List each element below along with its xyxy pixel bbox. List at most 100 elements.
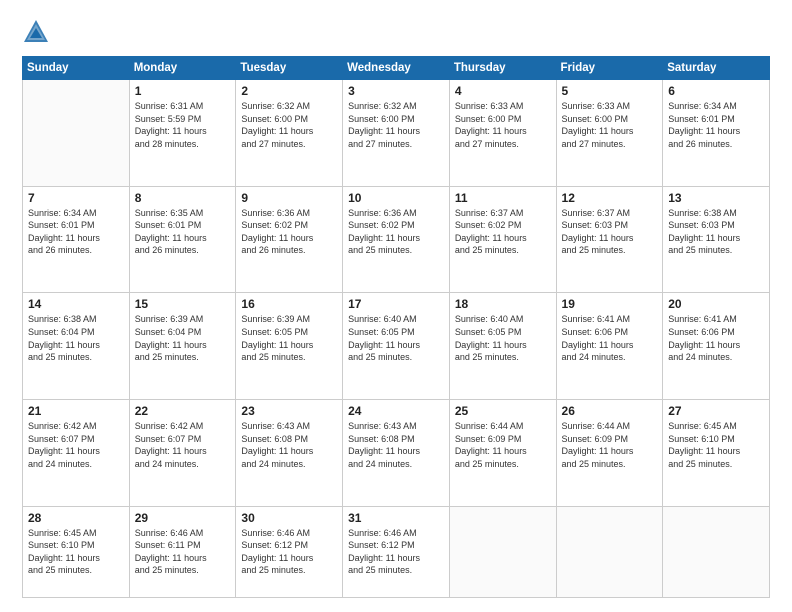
calendar-cell: 9 Sunrise: 6:36 AM Sunset: 6:02 PM Daylig… xyxy=(236,186,343,293)
calendar-cell xyxy=(23,80,130,187)
calendar-table: SundayMondayTuesdayWednesdayThursdayFrid… xyxy=(22,56,770,598)
calendar-cell xyxy=(556,506,663,597)
cell-info: Sunrise: 6:39 AM Sunset: 6:05 PM Dayligh… xyxy=(241,313,337,363)
day-number: 21 xyxy=(28,404,124,418)
day-number: 3 xyxy=(348,84,444,98)
calendar-cell: 17 Sunrise: 6:40 AM Sunset: 6:05 PM Dayli… xyxy=(343,293,450,400)
cell-info: Sunrise: 6:42 AM Sunset: 6:07 PM Dayligh… xyxy=(135,420,231,470)
calendar-cell: 12Sunrise: 6:37 AM Sunset: 6:03 PM Dayli… xyxy=(556,186,663,293)
calendar-cell: 27Sunrise: 6:45 AM Sunset: 6:10 PM Dayli… xyxy=(663,399,770,506)
cell-info: Sunrise: 6:37 AM Sunset: 6:03 PM Dayligh… xyxy=(562,207,658,257)
cell-info: Sunrise: 6:33 AM Sunset: 6:00 PM Dayligh… xyxy=(562,100,658,150)
cell-info: Sunrise: 6:46 AM Sunset: 6:12 PM Dayligh… xyxy=(348,527,444,577)
cell-info: Sunrise: 6:36 AM Sunset: 6:02 PM Dayligh… xyxy=(241,207,337,257)
calendar-cell: 24 Sunrise: 6:43 AM Sunset: 6:08 PM Dayli… xyxy=(343,399,450,506)
day-number: 2 xyxy=(241,84,337,98)
day-number: 29 xyxy=(135,511,231,525)
day-number: 4 xyxy=(455,84,551,98)
day-number: 9 xyxy=(241,191,337,205)
day-number: 22 xyxy=(135,404,231,418)
cell-info: Sunrise: 6:46 AM Sunset: 6:11 PM Dayligh… xyxy=(135,527,231,577)
cell-info: Sunrise: 6:43 AM Sunset: 6:08 PM Dayligh… xyxy=(348,420,444,470)
cell-info: Sunrise: 6:32 AM Sunset: 6:00 PM Dayligh… xyxy=(348,100,444,150)
cell-info: Sunrise: 6:45 AM Sunset: 6:10 PM Dayligh… xyxy=(668,420,764,470)
cell-info: Sunrise: 6:41 AM Sunset: 6:06 PM Dayligh… xyxy=(562,313,658,363)
calendar-cell: 31 Sunrise: 6:46 AM Sunset: 6:12 PM Dayli… xyxy=(343,506,450,597)
calendar-cell: 11Sunrise: 6:37 AM Sunset: 6:02 PM Dayli… xyxy=(449,186,556,293)
logo-icon xyxy=(22,18,50,46)
cell-info: Sunrise: 6:42 AM Sunset: 6:07 PM Dayligh… xyxy=(28,420,124,470)
day-number: 5 xyxy=(562,84,658,98)
day-number: 8 xyxy=(135,191,231,205)
cell-info: Sunrise: 6:40 AM Sunset: 6:05 PM Dayligh… xyxy=(455,313,551,363)
calendar-cell: 23 Sunrise: 6:43 AM Sunset: 6:08 PM Dayli… xyxy=(236,399,343,506)
calendar-cell: 25Sunrise: 6:44 AM Sunset: 6:09 PM Dayli… xyxy=(449,399,556,506)
calendar-weekday: Wednesday xyxy=(343,57,450,80)
calendar-cell: 6 Sunrise: 6:34 AM Sunset: 6:01 PM Daylig… xyxy=(663,80,770,187)
cell-info: Sunrise: 6:44 AM Sunset: 6:09 PM Dayligh… xyxy=(455,420,551,470)
calendar-week-row: 14 Sunrise: 6:38 AM Sunset: 6:04 PM Dayli… xyxy=(23,293,770,400)
calendar-cell: 14 Sunrise: 6:38 AM Sunset: 6:04 PM Dayli… xyxy=(23,293,130,400)
calendar-cell: 1 Sunrise: 6:31 AM Sunset: 5:59 PM Daylig… xyxy=(129,80,236,187)
calendar-cell: 30 Sunrise: 6:46 AM Sunset: 6:12 PM Dayli… xyxy=(236,506,343,597)
calendar-cell xyxy=(449,506,556,597)
day-number: 16 xyxy=(241,297,337,311)
calendar-cell: 20 Sunrise: 6:41 AM Sunset: 6:06 PM Dayli… xyxy=(663,293,770,400)
calendar-weekday: Sunday xyxy=(23,57,130,80)
day-number: 1 xyxy=(135,84,231,98)
cell-info: Sunrise: 6:44 AM Sunset: 6:09 PM Dayligh… xyxy=(562,420,658,470)
cell-info: Sunrise: 6:43 AM Sunset: 6:08 PM Dayligh… xyxy=(241,420,337,470)
day-number: 26 xyxy=(562,404,658,418)
cell-info: Sunrise: 6:36 AM Sunset: 6:02 PM Dayligh… xyxy=(348,207,444,257)
cell-info: Sunrise: 6:31 AM Sunset: 5:59 PM Dayligh… xyxy=(135,100,231,150)
calendar-cell: 4 Sunrise: 6:33 AM Sunset: 6:00 PM Daylig… xyxy=(449,80,556,187)
calendar-weekday: Friday xyxy=(556,57,663,80)
day-number: 20 xyxy=(668,297,764,311)
cell-info: Sunrise: 6:32 AM Sunset: 6:00 PM Dayligh… xyxy=(241,100,337,150)
calendar-cell: 2 Sunrise: 6:32 AM Sunset: 6:00 PM Daylig… xyxy=(236,80,343,187)
calendar-cell: 10 Sunrise: 6:36 AM Sunset: 6:02 PM Dayli… xyxy=(343,186,450,293)
cell-info: Sunrise: 6:40 AM Sunset: 6:05 PM Dayligh… xyxy=(348,313,444,363)
calendar-weekday: Monday xyxy=(129,57,236,80)
calendar-cell: 7 Sunrise: 6:34 AM Sunset: 6:01 PM Daylig… xyxy=(23,186,130,293)
day-number: 14 xyxy=(28,297,124,311)
calendar-cell: 15Sunrise: 6:39 AM Sunset: 6:04 PM Dayli… xyxy=(129,293,236,400)
day-number: 30 xyxy=(241,511,337,525)
calendar-week-row: 28 Sunrise: 6:45 AM Sunset: 6:10 PM Dayli… xyxy=(23,506,770,597)
day-number: 6 xyxy=(668,84,764,98)
day-number: 23 xyxy=(241,404,337,418)
day-number: 31 xyxy=(348,511,444,525)
calendar-cell: 22 Sunrise: 6:42 AM Sunset: 6:07 PM Dayli… xyxy=(129,399,236,506)
cell-info: Sunrise: 6:39 AM Sunset: 6:04 PM Dayligh… xyxy=(135,313,231,363)
day-number: 28 xyxy=(28,511,124,525)
header xyxy=(22,18,770,46)
calendar-cell: 16 Sunrise: 6:39 AM Sunset: 6:05 PM Dayli… xyxy=(236,293,343,400)
calendar-cell: 29 Sunrise: 6:46 AM Sunset: 6:11 PM Dayli… xyxy=(129,506,236,597)
day-number: 7 xyxy=(28,191,124,205)
calendar-weekday: Tuesday xyxy=(236,57,343,80)
calendar-cell: 3 Sunrise: 6:32 AM Sunset: 6:00 PM Daylig… xyxy=(343,80,450,187)
calendar-cell: 26 Sunrise: 6:44 AM Sunset: 6:09 PM Dayli… xyxy=(556,399,663,506)
day-number: 19 xyxy=(562,297,658,311)
day-number: 17 xyxy=(348,297,444,311)
cell-info: Sunrise: 6:37 AM Sunset: 6:02 PM Dayligh… xyxy=(455,207,551,257)
cell-info: Sunrise: 6:41 AM Sunset: 6:06 PM Dayligh… xyxy=(668,313,764,363)
calendar-cell: 28 Sunrise: 6:45 AM Sunset: 6:10 PM Dayli… xyxy=(23,506,130,597)
calendar-cell: 8 Sunrise: 6:35 AM Sunset: 6:01 PM Daylig… xyxy=(129,186,236,293)
cell-info: Sunrise: 6:34 AM Sunset: 6:01 PM Dayligh… xyxy=(28,207,124,257)
day-number: 13 xyxy=(668,191,764,205)
calendar-week-row: 7 Sunrise: 6:34 AM Sunset: 6:01 PM Daylig… xyxy=(23,186,770,293)
calendar-cell: 13Sunrise: 6:38 AM Sunset: 6:03 PM Dayli… xyxy=(663,186,770,293)
cell-info: Sunrise: 6:33 AM Sunset: 6:00 PM Dayligh… xyxy=(455,100,551,150)
calendar-cell: 21 Sunrise: 6:42 AM Sunset: 6:07 PM Dayli… xyxy=(23,399,130,506)
day-number: 24 xyxy=(348,404,444,418)
cell-info: Sunrise: 6:35 AM Sunset: 6:01 PM Dayligh… xyxy=(135,207,231,257)
calendar-cell xyxy=(663,506,770,597)
cell-info: Sunrise: 6:46 AM Sunset: 6:12 PM Dayligh… xyxy=(241,527,337,577)
cell-info: Sunrise: 6:45 AM Sunset: 6:10 PM Dayligh… xyxy=(28,527,124,577)
cell-info: Sunrise: 6:34 AM Sunset: 6:01 PM Dayligh… xyxy=(668,100,764,150)
logo xyxy=(22,18,54,46)
cell-info: Sunrise: 6:38 AM Sunset: 6:04 PM Dayligh… xyxy=(28,313,124,363)
calendar-week-row: 1 Sunrise: 6:31 AM Sunset: 5:59 PM Daylig… xyxy=(23,80,770,187)
day-number: 10 xyxy=(348,191,444,205)
